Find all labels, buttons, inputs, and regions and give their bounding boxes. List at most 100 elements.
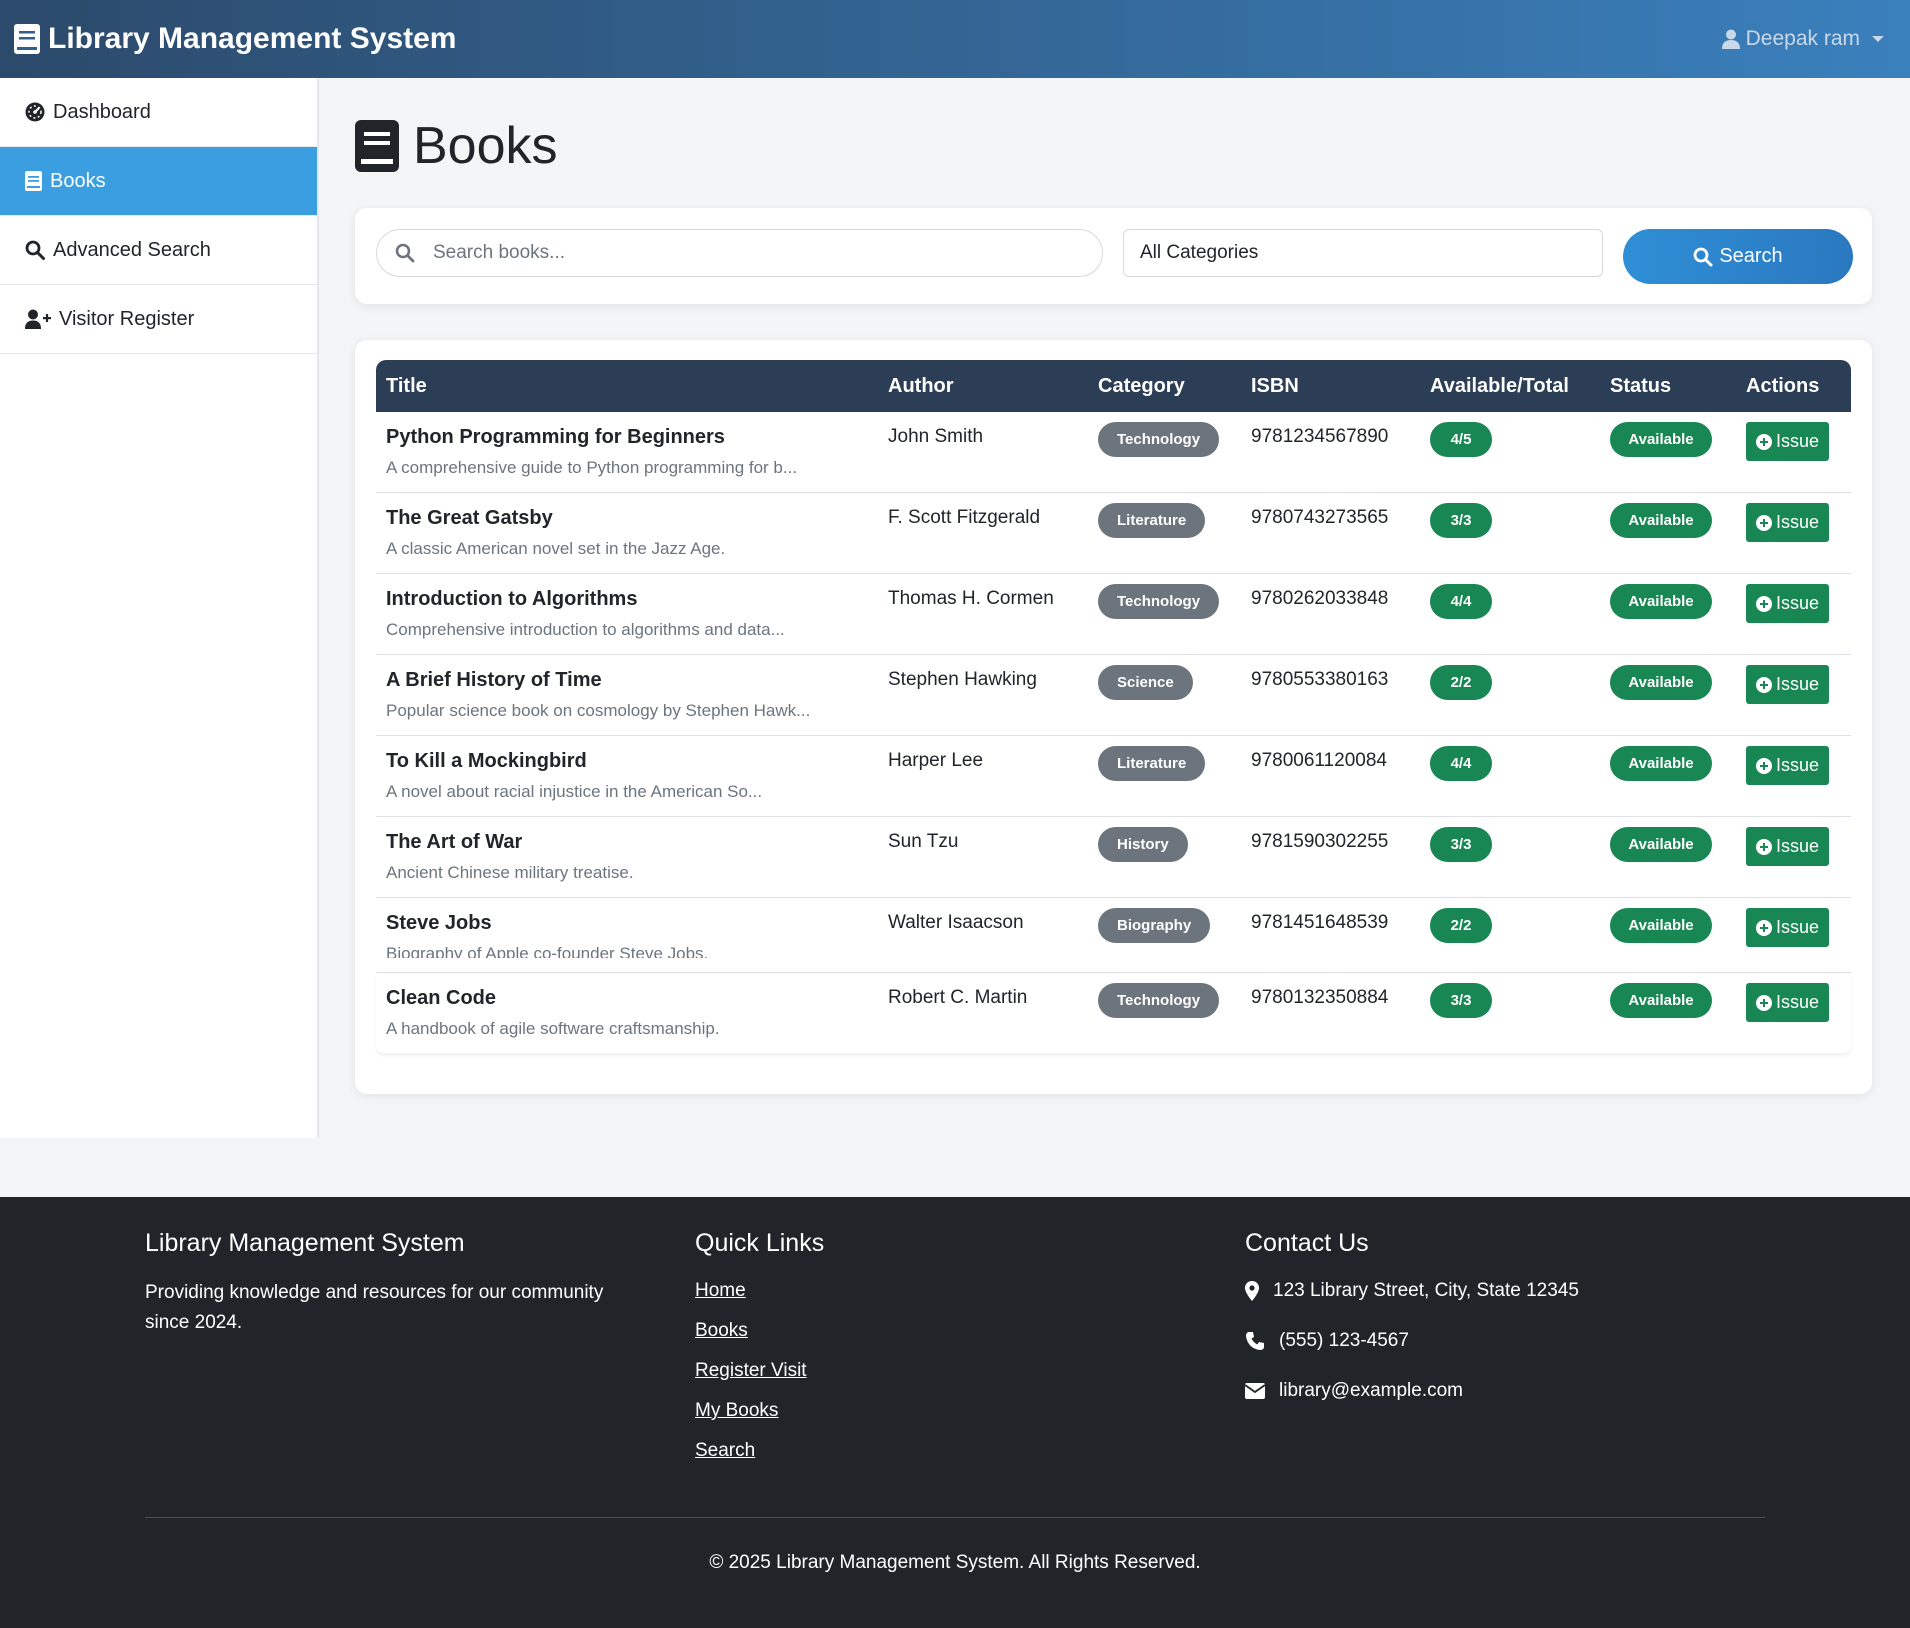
footer-link-home[interactable]: Home — [695, 1280, 746, 1302]
column-header-actions: Actions — [1746, 375, 1820, 397]
book-isbn: 9780061120084 — [1251, 750, 1387, 771]
book-title[interactable]: Clean Code — [386, 987, 496, 1010]
table-row: Steve Jobs Biography of Apple co-founder… — [376, 898, 1851, 973]
sidebar-item-visitor-register[interactable]: Visitor Register — [0, 285, 317, 354]
book-description: Popular science book on cosmology by Ste… — [386, 701, 811, 720]
search-icon — [25, 240, 45, 260]
book-title[interactable]: Introduction to Algorithms — [386, 588, 637, 611]
column-header-author: Author — [888, 375, 954, 397]
phone-icon — [1246, 1332, 1264, 1350]
search-card: Search books... All Categories Search — [355, 208, 1872, 304]
availability-badge: 3/3 — [1430, 983, 1492, 1018]
book-icon — [355, 120, 399, 172]
category-badge: Technology — [1098, 983, 1220, 1018]
column-header-title: Title — [386, 375, 427, 397]
book-author: Stephen Hawking — [888, 669, 1037, 690]
issue-button[interactable]: Issue — [1746, 908, 1829, 947]
book-title[interactable]: Python Programming for Beginners — [386, 426, 725, 449]
book-author: Robert C. Martin — [888, 987, 1028, 1008]
category-badge: Technology — [1098, 422, 1220, 457]
book-icon — [14, 24, 40, 54]
search-button[interactable]: Search — [1623, 229, 1853, 284]
footer-link-search[interactable]: Search — [695, 1440, 755, 1462]
book-title[interactable]: A Brief History of Time — [386, 669, 602, 692]
book-isbn: 9781451648539 — [1251, 912, 1389, 933]
issue-button[interactable]: Issue — [1746, 983, 1829, 1022]
brand[interactable]: Library Management System — [14, 22, 456, 56]
issue-button[interactable]: Issue — [1746, 665, 1829, 704]
availability-badge: 4/4 — [1430, 746, 1492, 781]
footer-email-text[interactable]: library@example.com — [1279, 1380, 1463, 1402]
plus-circle-icon — [1755, 994, 1772, 1011]
user-name: Deepak ram — [1745, 27, 1860, 50]
sidebar-item-dashboard[interactable]: Dashboard — [0, 78, 317, 147]
envelope-icon — [1245, 1383, 1265, 1399]
search-placeholder: Search books... — [433, 242, 566, 263]
sidebar-item-advanced-search[interactable]: Advanced Search — [0, 216, 317, 285]
availability-badge: 2/2 — [1430, 908, 1492, 943]
issue-button[interactable]: Issue — [1746, 584, 1829, 623]
book-title[interactable]: The Great Gatsby — [386, 507, 553, 530]
books-table-card: Title Author Category ISBN Available/Tot… — [355, 340, 1872, 1094]
issue-button-label: Issue — [1775, 674, 1820, 694]
category-badge: Literature — [1098, 503, 1206, 538]
table-header: Title Author Category ISBN Available/Tot… — [376, 360, 1851, 412]
column-header-category: Category — [1098, 375, 1185, 397]
issue-button[interactable]: Issue — [1746, 827, 1829, 866]
footer-link-register-visit[interactable]: Register Visit — [695, 1360, 807, 1382]
book-title[interactable]: Steve Jobs — [386, 912, 492, 935]
availability-badge: 4/4 — [1430, 584, 1492, 619]
category-badge: Technology — [1098, 584, 1220, 619]
books-table: Title Author Category ISBN Available/Tot… — [376, 360, 1851, 1053]
plus-circle-icon — [1755, 514, 1772, 531]
book-isbn: 9781590302255 — [1251, 831, 1389, 852]
status-badge: Available — [1610, 908, 1712, 943]
availability-badge: 3/3 — [1430, 503, 1492, 538]
plus-circle-icon — [1755, 919, 1772, 936]
table-row: The Art of War Ancient Chinese military … — [376, 817, 1851, 898]
book-description: Ancient Chinese military treatise. — [386, 863, 634, 882]
book-author: Harper Lee — [888, 750, 984, 771]
book-author: Sun Tzu — [888, 831, 959, 852]
book-description: Biography of Apple co-founder Steve Jobs… — [386, 944, 709, 958]
issue-button-label: Issue — [1775, 431, 1820, 451]
footer-link-books[interactable]: Books — [695, 1320, 748, 1342]
plus-circle-icon — [1755, 757, 1772, 774]
book-title[interactable]: The Art of War — [386, 831, 522, 854]
book-author: Thomas H. Cormen — [888, 588, 1054, 609]
footer-about-title: Library Management System — [145, 1229, 465, 1257]
footer: Library Management System Providing know… — [0, 1197, 1910, 1628]
footer-phone: (555) 123-4567 — [1245, 1330, 1409, 1352]
category-select[interactable]: All Categories — [1123, 229, 1603, 277]
issue-button-label: Issue — [1775, 836, 1820, 856]
book-author: John Smith — [888, 426, 984, 447]
table-row: The Great Gatsby A classic American nove… — [376, 493, 1851, 574]
status-badge: Available — [1610, 503, 1712, 538]
page-title: Books — [355, 116, 558, 176]
issue-button[interactable]: Issue — [1746, 503, 1829, 542]
sidebar: Dashboard Books Advanced Search Visitor … — [0, 78, 319, 1138]
footer-contact-title: Contact Us — [1245, 1229, 1369, 1257]
book-icon — [25, 171, 42, 191]
book-title[interactable]: To Kill a Mockingbird — [386, 750, 587, 773]
book-isbn: 9780132350884 — [1251, 987, 1389, 1008]
table-row: Python Programming for Beginners A compr… — [376, 412, 1851, 493]
user-icon — [1721, 29, 1740, 49]
category-badge: Biography — [1098, 908, 1211, 943]
issue-button[interactable]: Issue — [1746, 746, 1829, 785]
user-menu[interactable]: Deepak ram — [1721, 27, 1896, 51]
footer-link-my-books[interactable]: My Books — [695, 1400, 778, 1422]
book-description: A classic American novel set in the Jazz… — [386, 539, 726, 558]
issue-button[interactable]: Issue — [1746, 422, 1829, 461]
sidebar-item-label: Visitor Register — [59, 307, 195, 330]
footer-copyright: © 2025 Library Management System. All Ri… — [709, 1552, 1201, 1573]
search-input[interactable]: Search books... — [376, 229, 1103, 277]
footer-phone-text: (555) 123-4567 — [1279, 1330, 1409, 1351]
sidebar-item-books[interactable]: Books — [0, 147, 317, 216]
category-select-value: All Categories — [1140, 242, 1259, 263]
book-description: Comprehensive introduction to algorithms… — [386, 620, 785, 639]
search-icon — [1693, 247, 1713, 266]
issue-button-label: Issue — [1775, 755, 1820, 775]
sidebar-item-label: Books — [50, 169, 106, 192]
book-isbn: 9780743273565 — [1251, 507, 1389, 528]
